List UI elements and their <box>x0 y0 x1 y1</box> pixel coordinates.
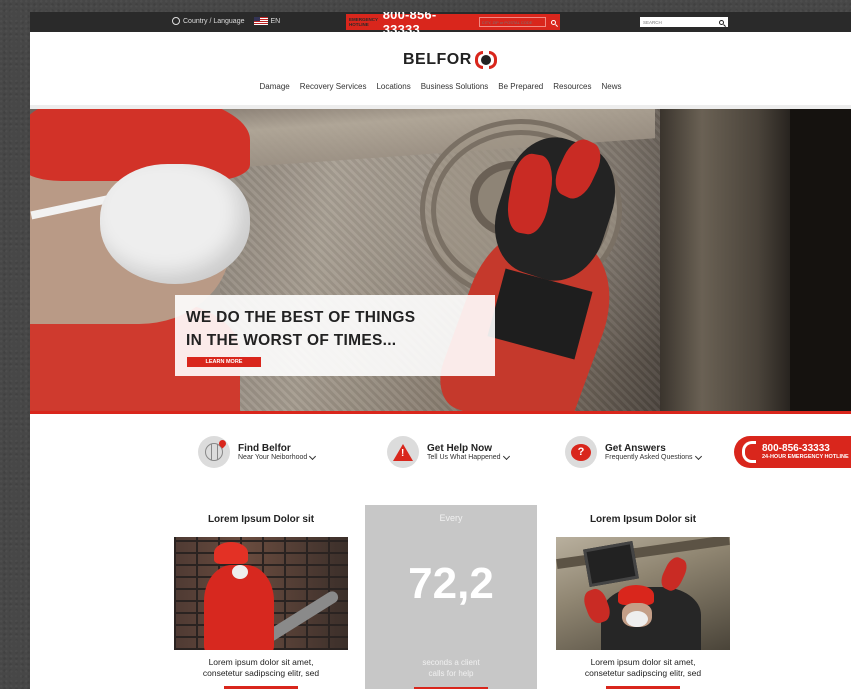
call-number: 800-856-33333 <box>762 443 830 454</box>
site-search-button[interactable] <box>714 17 728 27</box>
hotline-number[interactable]: 800-856-33333 <box>383 12 473 37</box>
get-answers-subtitle: Frequently Asked Questions <box>605 454 693 461</box>
right-card-text-line1: Lorem ipsum dolor sit amet, <box>590 657 696 667</box>
us-flag-icon <box>253 17 268 25</box>
nav-item-resources[interactable]: Resources <box>553 82 591 91</box>
find-belfor-link[interactable]: Find Belfor Near Your Neiborhood <box>198 436 317 468</box>
nav-item-business-solutions[interactable]: Business Solutions <box>421 82 489 91</box>
logo-mark-icon <box>474 51 497 69</box>
get-help-now-link[interactable]: ! Get Help Now Tell Us What Happened <box>387 436 510 468</box>
emergency-call-button[interactable]: 800-856-33333 24-HOUR EMERGENCY HOTLINE <box>734 436 851 468</box>
nav-item-recovery-services[interactable]: Recovery Services <box>300 82 367 91</box>
get-answers-link[interactable]: ? Get Answers Frequently Asked Questions <box>565 436 702 468</box>
call-label: 24-HOUR EMERGENCY HOTLINE <box>762 454 849 460</box>
hero-banner: WE DO THE BEST OF THINGS IN THE WORST OF… <box>30 109 851 411</box>
language-code: EN <box>270 17 281 25</box>
get-help-now-title: Get Help Now <box>427 443 493 454</box>
stat-caption-line2: calls for help <box>428 669 474 678</box>
logo-text: BELFOR <box>403 51 472 68</box>
right-card-image <box>556 537 730 650</box>
search-icon <box>550 19 556 25</box>
warning-icon: ! <box>393 443 413 461</box>
get-help-now-subtitle: Tell Us What Happened <box>427 454 501 461</box>
stat-caption: seconds a client calls for help <box>365 657 537 679</box>
stat-panel: Every 72,2 seconds a client calls for he… <box>365 505 537 689</box>
nav-item-be-prepared[interactable]: Be Prepared <box>498 82 543 91</box>
zip-search-button[interactable] <box>546 17 560 27</box>
hero-headline-line2: IN THE WORST OF TIMES... <box>186 332 397 349</box>
phone-icon <box>742 441 756 463</box>
left-card-image <box>174 537 348 650</box>
emergency-hotline-bar: EMERGENCY HOTLINE 800-856-33333 <box>346 12 560 37</box>
stat-caption-line1: seconds a client <box>422 658 480 667</box>
right-card-text-line2: consetetur sadipscing elitr, sed <box>584 668 702 678</box>
search-icon <box>718 19 724 25</box>
hero-image-respirator <box>100 164 250 284</box>
main-nav: Damage Recovery Services Locations Busin… <box>30 82 851 91</box>
right-card-title: Lorem Ipsum Dolor sit <box>589 514 697 525</box>
left-card-text: Lorem ipsum dolor sit amet, consetetur s… <box>174 657 348 679</box>
chevron-down-icon <box>309 452 317 460</box>
belfor-logo[interactable]: BELFOR <box>403 51 497 69</box>
left-card-text-line2: consetetur sadipscing elitr, sed <box>202 668 320 678</box>
country-language-selector[interactable]: Country / Language EN <box>172 17 280 25</box>
find-belfor-subtitle: Near Your Neiborhood <box>238 454 308 461</box>
hero-caption-box: WE DO THE BEST OF THINGS IN THE WORST OF… <box>175 295 495 376</box>
nav-item-news[interactable]: News <box>601 82 621 91</box>
site-search-input[interactable] <box>640 17 714 27</box>
page: Country / Language EN EMERGENCY HOTLINE … <box>30 12 851 689</box>
hero-headline-line1: WE DO THE BEST OF THINGS <box>186 309 416 326</box>
find-belfor-title: Find Belfor <box>238 443 291 454</box>
stat-value: 72,2 <box>408 559 494 608</box>
country-language-label: Country / Language <box>183 17 245 25</box>
stat-prefix: Every <box>439 513 463 523</box>
chevron-down-icon <box>502 452 510 460</box>
zip-code-input[interactable] <box>478 17 547 27</box>
learn-more-button[interactable]: LEARN MORE <box>187 357 261 367</box>
top-bar: Country / Language EN EMERGENCY HOTLINE … <box>30 12 851 37</box>
left-card-title: Lorem Ipsum Dolor sit <box>207 514 315 525</box>
question-bubble-icon: ? <box>571 443 591 461</box>
left-card-text-line1: Lorem ipsum dolor sit amet, <box>208 657 314 667</box>
right-card-text: Lorem ipsum dolor sit amet, consetetur s… <box>556 657 730 679</box>
globe-icon <box>172 17 180 25</box>
hotline-tag: EMERGENCY HOTLINE <box>349 17 378 27</box>
nav-item-damage[interactable]: Damage <box>260 82 290 91</box>
nav-item-locations[interactable]: Locations <box>376 82 410 91</box>
chevron-down-icon <box>694 452 702 460</box>
globe-pin-icon <box>205 438 228 461</box>
hero-bottom-bar <box>30 411 851 414</box>
get-answers-title: Get Answers <box>605 443 666 454</box>
